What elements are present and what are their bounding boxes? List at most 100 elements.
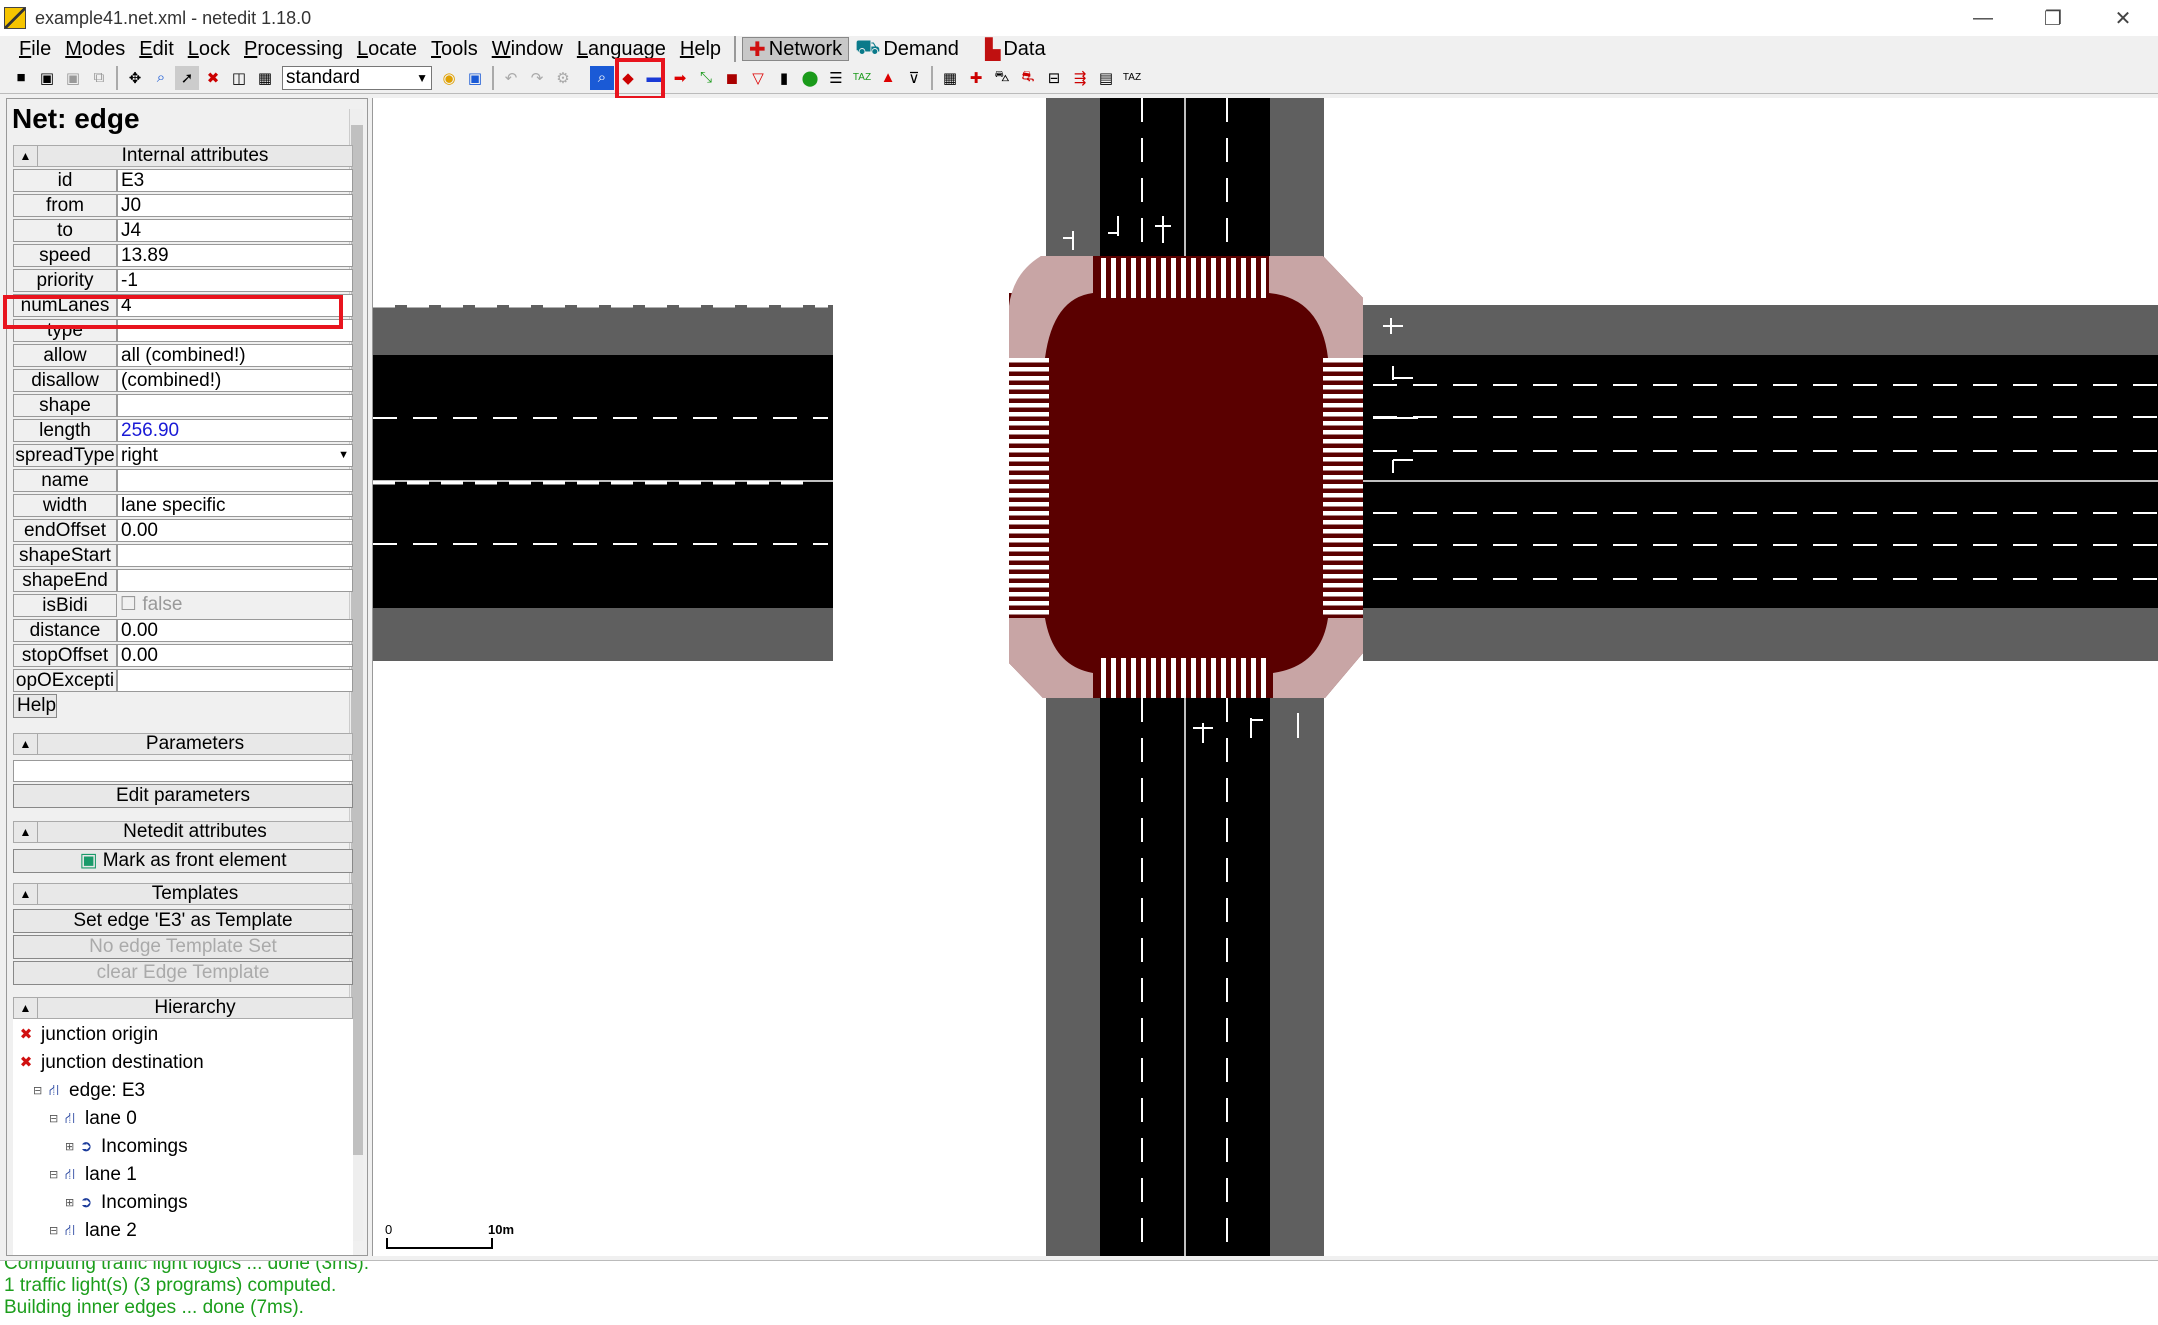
sidewalk-west-north[interactable] — [373, 305, 833, 355]
delete-icon[interactable]: ✖ — [201, 66, 225, 90]
expand-icon[interactable]: ⊟ — [33, 1077, 45, 1105]
show-demand-icon[interactable]: ⛐ — [1016, 66, 1040, 90]
section-header[interactable]: ▲ Templates — [13, 883, 353, 905]
section-header[interactable]: ▲ Hierarchy — [13, 997, 353, 1019]
move-icon[interactable]: ✥ — [123, 66, 147, 90]
redo-icon[interactable]: ↷ — [525, 66, 549, 90]
attribute-label[interactable]: disallow — [13, 369, 117, 392]
chain-icon[interactable]: ▤ — [1094, 66, 1118, 90]
sidewalk-west-south[interactable] — [373, 608, 833, 661]
menu-locate[interactable]: Locate — [350, 36, 424, 62]
attribute-value[interactable] — [117, 669, 353, 692]
attribute-label[interactable]: endOffset — [13, 519, 117, 542]
parameters-field[interactable] — [13, 760, 353, 782]
data-mode-button[interactable]: ▙ Data — [979, 37, 1052, 61]
additional-mode-icon[interactable]: ⬤ — [798, 66, 822, 90]
mark-front-button[interactable]: ▣ Mark as front element — [13, 849, 353, 873]
clear-template-button[interactable]: clear Edge Template — [13, 961, 353, 985]
attribute-label[interactable]: id — [13, 169, 117, 192]
taz-toggle-icon[interactable]: TAZ — [1120, 66, 1144, 90]
expand-icon[interactable]: ⊞ — [65, 1189, 77, 1217]
menu-modes[interactable]: Modes — [58, 36, 132, 62]
sidewalk-south-east[interactable] — [1270, 698, 1324, 1256]
minimize-button[interactable]: — — [1948, 0, 2018, 36]
zoom-icon[interactable]: ⌕ — [149, 66, 173, 90]
junction-center[interactable] — [1009, 256, 1363, 698]
menu-tools[interactable]: Tools — [424, 36, 485, 62]
collapse-icon[interactable]: ▲ — [14, 145, 38, 167]
attribute-value[interactable]: 13.89 — [117, 244, 353, 267]
hierarchy-item[interactable]: ⊟ ⛙ lane 2 — [13, 1217, 353, 1245]
grid-icon[interactable]: ▦ — [253, 66, 277, 90]
attribute-label[interactable]: shapeStart — [13, 544, 117, 567]
create-edge-icon[interactable]: ⤡ — [694, 66, 718, 90]
traffic-light-icon[interactable]: ▮ — [772, 66, 796, 90]
attribute-label[interactable]: allow — [13, 344, 117, 367]
undo-icon[interactable]: ↶ — [499, 66, 523, 90]
hierarchy-item[interactable]: ⊟ ⛙ edge: E3 — [13, 1077, 353, 1105]
menu-help[interactable]: Help — [673, 36, 728, 62]
demand-mode-button[interactable]: ⛟ Demand — [849, 37, 965, 61]
collapse-icon[interactable]: ▲ — [14, 821, 38, 843]
junction-shape-icon[interactable]: ✚ — [964, 66, 988, 90]
sidewalk-east-south[interactable] — [1363, 608, 2158, 661]
attribute-value[interactable]: right ▼ — [117, 444, 353, 467]
attribute-value[interactable]: 0.00 — [117, 644, 353, 667]
menu-processing[interactable]: Processing — [237, 36, 350, 62]
section-header[interactable]: ▲ Netedit attributes — [13, 821, 353, 843]
hierarchy-item[interactable]: ⊞ ➲ Incomings — [13, 1133, 353, 1161]
attribute-value[interactable] — [117, 544, 353, 567]
menu-edit[interactable]: Edit — [132, 36, 180, 62]
inspect-icon[interactable]: ➚ — [175, 65, 199, 90]
attribute-label[interactable]: width — [13, 494, 117, 517]
toggle-grid-icon[interactable]: ▦ — [938, 66, 962, 90]
hide-connections-icon[interactable]: ⊟ — [1042, 66, 1066, 90]
attribute-value[interactable]: lane specific — [117, 494, 353, 517]
expand-icon[interactable]: ⊞ — [65, 1133, 77, 1161]
hierarchy-item[interactable]: ⊟ ⛙ lane 0 — [13, 1105, 353, 1133]
maximize-button[interactable]: ❐ — [2018, 0, 2088, 36]
inspect-mode-icon[interactable]: ⌕ — [590, 65, 614, 90]
attribute-value[interactable]: E3 — [117, 169, 353, 192]
sidewalk-east-north[interactable] — [1363, 305, 2158, 355]
crossing-mode-icon[interactable]: ☰ — [824, 66, 848, 90]
save-icon[interactable]: ■ — [9, 66, 33, 90]
attribute-label[interactable]: opOExcepti — [13, 669, 117, 692]
reload-icon[interactable]: ⧉ — [87, 66, 111, 90]
help-button[interactable]: Help — [13, 694, 57, 718]
no-template-button[interactable]: No edge Template Set — [13, 935, 353, 959]
expand-icon[interactable]: ⊟ — [49, 1161, 61, 1189]
edit-parameters-button[interactable]: Edit parameters — [13, 784, 353, 808]
attribute-label[interactable]: to — [13, 219, 117, 242]
attribute-label[interactable]: shape — [13, 394, 117, 417]
attribute-label[interactable]: priority — [13, 269, 117, 292]
screenshot-icon[interactable]: ▣ — [463, 66, 487, 90]
sidewalk-north-east[interactable] — [1270, 98, 1324, 259]
menu-lock[interactable]: Lock — [181, 36, 237, 62]
collapse-icon[interactable]: ▲ — [14, 733, 38, 755]
save-as-icon[interactable]: ▣ — [35, 66, 59, 90]
collapse-icon[interactable]: ▲ — [14, 883, 38, 905]
hierarchy-item[interactable]: ⊟ ⛙ lane 1 — [13, 1161, 353, 1189]
attribute-value[interactable]: J0 — [117, 194, 353, 217]
attribute-value[interactable]: all (combined!) — [117, 344, 353, 367]
attribute-label[interactable]: name — [13, 469, 117, 492]
section-header[interactable]: ▲ Internal attributes — [13, 145, 353, 167]
attribute-label[interactable]: speed — [13, 244, 117, 267]
section-header[interactable]: ▲ Parameters — [13, 733, 353, 755]
save-all-icon[interactable]: ▣ — [61, 66, 85, 90]
polygon-mode-icon[interactable]: ▲ — [876, 66, 900, 90]
attribute-value[interactable]: 256.90 — [117, 419, 353, 442]
network-mode-button[interactable]: ✚ Network — [742, 37, 850, 61]
attribute-value[interactable]: 0.00 — [117, 519, 353, 542]
hierarchy-item[interactable]: ⊞ ➲ Incomings — [13, 1189, 353, 1217]
attribute-label[interactable]: stopOffset — [13, 644, 117, 667]
collapse-icon[interactable]: ▲ — [14, 997, 38, 1019]
close-button[interactable]: ✕ — [2088, 0, 2158, 36]
attribute-value[interactable]: (combined!) — [117, 369, 353, 392]
checkbox-icon[interactable]: ☐ — [120, 594, 142, 615]
attribute-value[interactable]: ☐ false — [117, 594, 353, 617]
expand-icon[interactable]: ⊟ — [49, 1217, 61, 1245]
menu-file[interactable]: File — [12, 36, 58, 62]
prohibition-icon[interactable]: ⊽ — [902, 66, 926, 90]
